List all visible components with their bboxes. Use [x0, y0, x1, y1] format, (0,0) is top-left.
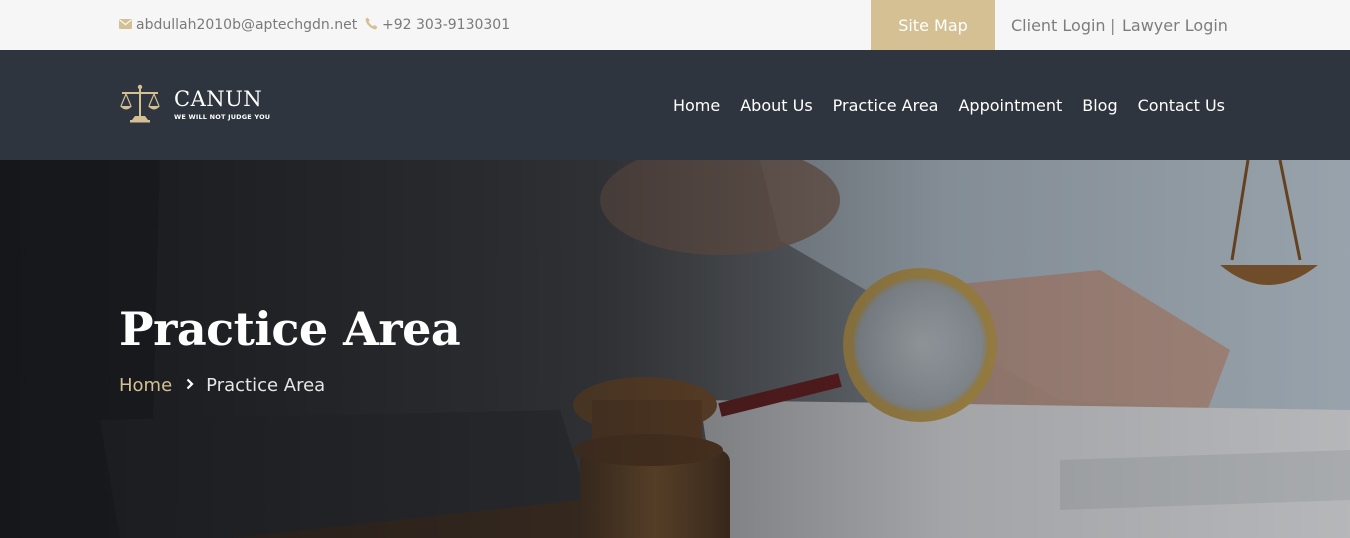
- breadcrumb-current: Practice Area: [206, 375, 326, 396]
- nav-item-contact-us[interactable]: Contact Us: [1138, 96, 1225, 115]
- scales-of-justice-icon: [120, 84, 160, 123]
- page-hero: Practice Area Home Practice Area: [0, 160, 1350, 538]
- phone-icon: [365, 17, 378, 34]
- email-contact[interactable]: abdullah2010b@aptechgdn.net: [119, 0, 357, 50]
- login-separator: |: [1110, 15, 1116, 35]
- client-login-link[interactable]: Client Login: [1011, 0, 1106, 50]
- envelope-icon: [119, 17, 132, 33]
- nav-item-about-us[interactable]: About Us: [740, 96, 812, 115]
- breadcrumb: Home Practice Area: [119, 375, 325, 396]
- email-text: abdullah2010b@aptechgdn.net: [136, 17, 358, 33]
- site-map-button[interactable]: Site Map: [871, 0, 995, 50]
- brand-name: CANUN: [174, 86, 263, 111]
- nav-item-blog[interactable]: Blog: [1082, 96, 1117, 115]
- primary-nav: Home About Us Practice Area Appointment …: [673, 50, 1225, 160]
- breadcrumb-home-link[interactable]: Home: [119, 375, 172, 396]
- nav-item-practice-area[interactable]: Practice Area: [833, 96, 939, 115]
- chevron-right-icon: [186, 378, 194, 394]
- phone-text: +92 303-9130301: [382, 17, 511, 33]
- nav-item-appointment[interactable]: Appointment: [958, 96, 1062, 115]
- site-logo[interactable]: CANUN WE WILL NOT JUDGE YOU: [119, 84, 270, 124]
- top-bar: abdullah2010b@aptechgdn.net +92 303-9130…: [0, 0, 1350, 50]
- main-navbar: CANUN WE WILL NOT JUDGE YOU Home About U…: [0, 50, 1350, 160]
- lawyer-login-link[interactable]: Lawyer Login: [1122, 0, 1228, 50]
- phone-contact[interactable]: +92 303-9130301: [365, 0, 510, 50]
- brand-tagline: WE WILL NOT JUDGE YOU: [174, 112, 271, 121]
- page-title: Practice Area: [119, 302, 461, 356]
- nav-item-home[interactable]: Home: [673, 96, 720, 115]
